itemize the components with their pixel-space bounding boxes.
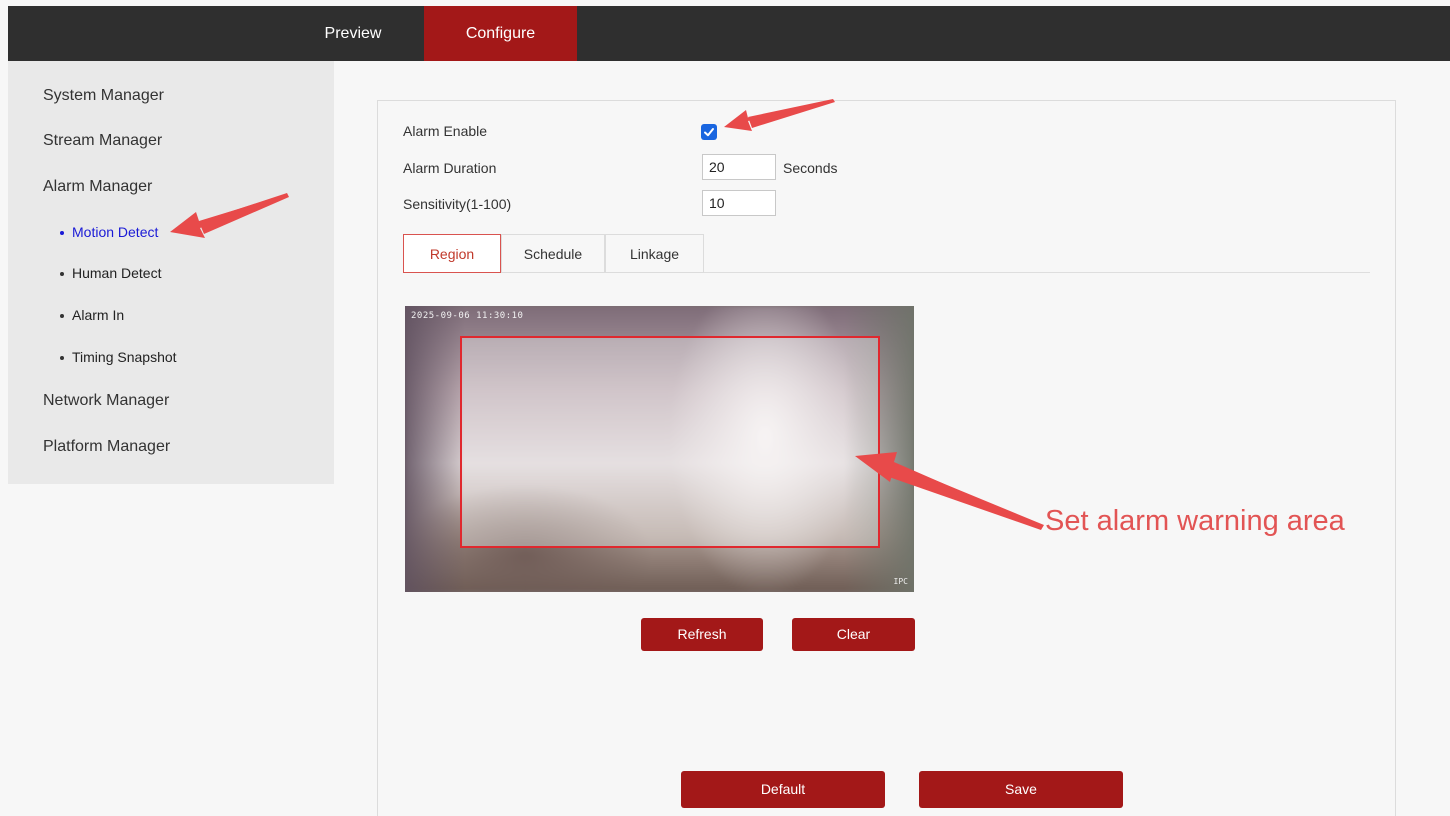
tab-preview[interactable]: Preview bbox=[298, 6, 408, 61]
tab-configure[interactable]: Configure bbox=[424, 6, 577, 61]
video-shade bbox=[405, 306, 465, 592]
sidebar-item-alarm-manager[interactable]: Alarm Manager bbox=[43, 178, 152, 196]
page: Preview Configure System Manager Stream … bbox=[0, 0, 1450, 816]
checkmark-icon bbox=[704, 128, 714, 137]
sidebar-subitem-motion-detect[interactable]: Motion Detect bbox=[59, 224, 158, 240]
video-timestamp: 2025-09-06 11:30:10 bbox=[411, 311, 524, 321]
video-corner-mark: IPC bbox=[893, 577, 908, 586]
annotation-label: Set alarm warning area bbox=[1045, 505, 1345, 537]
sidebar-subitem-timing-snapshot[interactable]: Timing Snapshot bbox=[60, 349, 177, 365]
top-navigation-bar: Preview Configure bbox=[8, 6, 1450, 61]
alarm-duration-label: Alarm Duration bbox=[403, 160, 497, 176]
motion-region-box[interactable] bbox=[460, 336, 880, 548]
default-button[interactable]: Default bbox=[681, 771, 885, 808]
sidebar-item-platform-manager[interactable]: Platform Manager bbox=[43, 438, 170, 456]
alarm-enable-label: Alarm Enable bbox=[403, 123, 488, 139]
sidebar-item-network-manager[interactable]: Network Manager bbox=[43, 392, 169, 410]
sensitivity-input[interactable] bbox=[702, 190, 776, 216]
motion-detect-panel: Alarm Enable Alarm Duration Seconds Sens… bbox=[377, 100, 1396, 816]
subtab-schedule[interactable]: Schedule bbox=[501, 234, 605, 273]
sidebar-subitem-alarm-in[interactable]: Alarm In bbox=[59, 307, 124, 323]
sidebar-item-stream-manager[interactable]: Stream Manager bbox=[43, 132, 162, 150]
save-button[interactable]: Save bbox=[919, 771, 1123, 808]
video-preview: 2025-09-06 11:30:10 IPC bbox=[405, 306, 914, 592]
subtab-region[interactable]: Region bbox=[403, 234, 501, 273]
alarm-duration-input[interactable] bbox=[702, 154, 776, 180]
alarm-duration-unit: Seconds bbox=[783, 160, 838, 176]
subtab-linkage[interactable]: Linkage bbox=[605, 234, 704, 273]
sidebar: System Manager Stream Manager Alarm Mana… bbox=[8, 61, 334, 484]
refresh-button[interactable]: Refresh bbox=[641, 618, 763, 651]
sidebar-item-system-manager[interactable]: System Manager bbox=[43, 87, 164, 105]
alarm-enable-checkbox[interactable] bbox=[701, 124, 717, 140]
sidebar-subitem-human-detect[interactable]: Human Detect bbox=[59, 265, 161, 281]
clear-button[interactable]: Clear bbox=[792, 618, 915, 651]
sensitivity-label: Sensitivity(1-100) bbox=[403, 196, 512, 212]
